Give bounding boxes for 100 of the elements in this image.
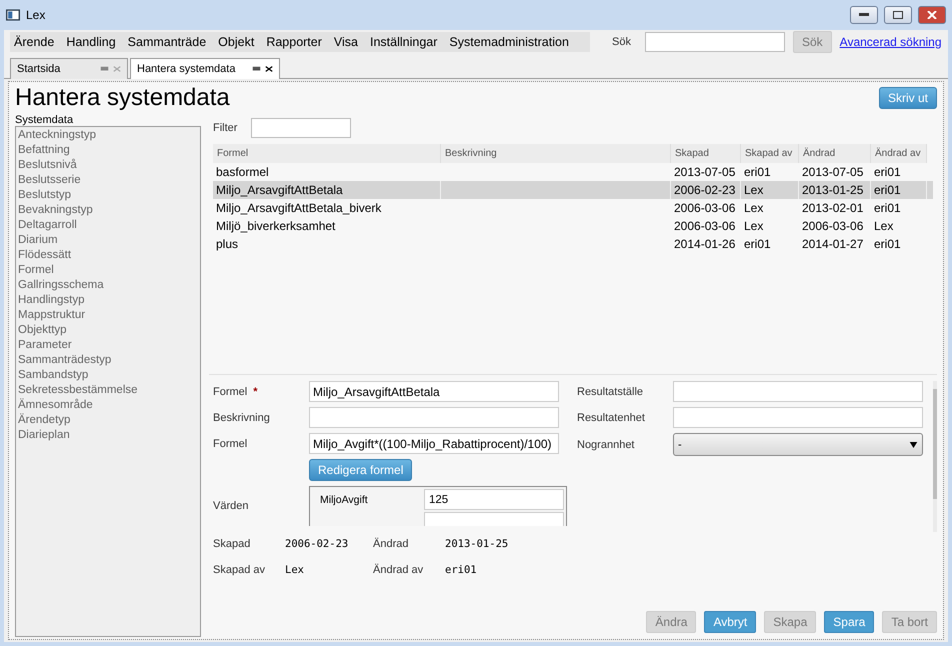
list-item[interactable]: Mappstruktur [18,308,198,323]
table-row[interactable]: Miljö_biverkerksamhet 2006-03-06 Lex 2006-03-06 Lex [213,217,933,235]
column-header[interactable]: Skapad av [741,144,799,163]
page-title: Hantera systemdata [15,84,230,112]
table-cell-text: eri01 [873,164,902,181]
window-title: Lex [26,8,46,22]
field-label: Formel * [213,386,259,398]
meta-label: Ändrad av [373,564,424,576]
list-item[interactable]: Beslutstyp [18,188,198,203]
edit-formula-button[interactable]: Redigera formel [309,459,412,481]
search-label: Sök [612,36,631,48]
tab[interactable]: Startsida [10,58,128,79]
field-label: Resultatenhet [577,412,646,424]
table-cell-text: eri01 [873,236,902,253]
result-unit-field[interactable] [673,407,923,428]
meta-value: 2013-01-25 [445,538,510,550]
meta-label: Skapad [213,538,252,550]
table-cell-text: 2014-01-27 [801,236,864,253]
meta-label: Ändrad [373,538,410,550]
column-header[interactable]: Ändrad av [871,144,927,163]
column-header[interactable]: Skapad [671,144,741,163]
table-cell-text: plus [215,236,240,253]
list-item[interactable]: Objekttyp [18,323,198,338]
list-item[interactable]: Ämnesområde [18,398,198,413]
field-label: Formel [213,438,248,450]
menu-item[interactable]: Visa [334,35,358,49]
table-cell-text: eri01 [873,200,902,217]
minimize-button[interactable] [850,6,878,24]
table-cell-text: 2013-07-05 [673,164,736,181]
minimize-icon [859,13,869,17]
table-cell-text: Lex [873,218,894,235]
list-item[interactable]: Ärendetyp [18,413,198,428]
filter-field[interactable] [251,118,352,138]
result-place-field[interactable] [673,381,923,402]
list-item[interactable]: Gallringsschema [18,278,198,293]
list-item[interactable]: Beslutsserie [18,173,198,188]
meta-value: Lex [285,564,305,576]
field-label: Resultatställe [577,386,644,398]
description-field[interactable] [309,407,559,428]
list-item[interactable]: Befattning [18,143,198,158]
table-row[interactable]: Miljo_ArsavgiftAttBetala_biverk 2006-03-06 Lex 2013-02-01 eri01 [213,199,933,217]
menu-item[interactable]: Handling [66,35,116,49]
filter-label: Filter [213,122,238,134]
precision-dropdown[interactable]: - [673,433,923,456]
menu-item[interactable]: Rapporter [266,35,322,49]
print-button[interactable]: Skriv ut [878,87,937,109]
column-header[interactable]: Formel [213,144,441,163]
formula-field[interactable]: Miljo_Avgift*((100-Miljo_Rabattiprocent)/100) [309,433,559,454]
value-field[interactable]: 125 [424,489,564,510]
tab[interactable]: Hantera systemdata [130,58,280,79]
list-item[interactable]: Sammanträdestyp [18,353,198,368]
maximize-button[interactable] [884,6,912,24]
table-cell: 2013-01-25 [799,181,871,199]
action-button[interactable]: Avbryt [704,611,756,633]
list-item[interactable]: Sambandstyp [18,368,198,383]
list-item[interactable]: Parameter [18,338,198,353]
table-cell-text: 2014-01-26 [673,236,736,253]
table-cell-text: eri01 [743,236,772,253]
table-row[interactable]: basformel 2013-07-05 eri01 2013-07-05 eri01 [213,163,933,181]
list-item[interactable]: Deltagarroll [18,218,198,233]
menu-item[interactable]: Systemadministration [449,35,569,49]
menu-item[interactable]: Sammanträde [128,35,206,49]
list-item[interactable]: Diarieplan [18,428,198,443]
meta-value: eri01 [445,564,478,576]
field-label: Värden [213,500,250,512]
meta-label: Skapad av [213,564,266,576]
table-cell-text: Miljö_biverkerksamhet [215,218,336,235]
list-item[interactable]: Handlingstyp [18,293,198,308]
caret-icon [909,442,918,448]
list-item[interactable]: Anteckningstyp [18,128,198,143]
field-label: Beskrivning [213,412,271,424]
table-cell-text: Lex [743,200,764,217]
maximize-icon [893,11,903,19]
action-button[interactable]: Spara [824,611,874,633]
advanced-search-link[interactable]: Avancerad sökning [840,35,942,49]
table-row[interactable]: plus 2014-01-26 eri01 2014-01-27 eri01 [213,235,933,253]
menu-item[interactable]: Inställningar [370,35,438,49]
app-icon [6,9,20,21]
table-cell: Miljo_ArsavgiftAttBetala [213,181,441,199]
list-item[interactable]: Sekretessbestämmelse [18,383,198,398]
list-item[interactable]: Beslutsnivå [18,158,198,173]
menu-item[interactable]: Objekt [218,35,254,49]
column-header[interactable]: Ändrad [799,144,871,163]
list-item[interactable]: Diarium [18,233,198,248]
list-item[interactable]: Formel [18,263,198,278]
formula-name-field[interactable]: Miljo_ArsavgiftAttBetala [309,381,559,402]
meta-value: 2006-02-23 [285,538,350,550]
menu-item[interactable]: Ärende [14,35,54,49]
list-item[interactable]: Bevakningstyp [18,203,198,218]
list-item[interactable]: Flödessätt [18,248,198,263]
close-icon [113,65,121,73]
search-field[interactable] [644,32,785,52]
table-cell: eri01 [871,181,927,199]
table-cell-text: 2006-03-06 [673,218,736,235]
table-row[interactable]: Miljo_ArsavgiftAttBetala 2006-02-23 Lex 2013-01-25 eri01 [213,181,933,199]
table-cell-text: 2013-02-01 [801,200,864,217]
table-cell-text: Miljo_ArsavgiftAttBetala_biverk [215,200,382,217]
column-header[interactable]: Beskrivning [441,144,671,163]
close-button[interactable] [918,6,946,24]
table-cell: Lex [741,181,799,199]
